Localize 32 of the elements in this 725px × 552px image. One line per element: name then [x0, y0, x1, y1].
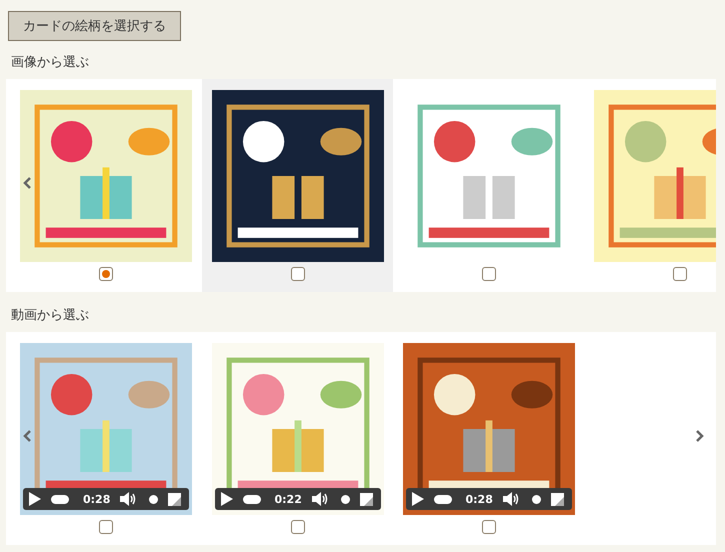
chevron-right-icon[interactable] — [696, 430, 704, 442]
volume-icon[interactable] — [120, 492, 136, 506]
volume-icon[interactable] — [502, 492, 519, 506]
slider-thumb[interactable] — [242, 494, 260, 504]
radio-checkbox[interactable] — [482, 520, 496, 534]
fullscreen-icon[interactable] — [168, 492, 182, 506]
radio-checkbox[interactable] — [482, 267, 496, 281]
section-heading: 動画から選ぶ — [11, 307, 90, 324]
fullscreen-icon[interactable] — [360, 492, 373, 506]
video-time: 0:28 — [83, 492, 110, 506]
video-time: 0:22 — [274, 492, 302, 506]
chevron-left-icon[interactable] — [23, 430, 31, 442]
fullscreen-icon[interactable] — [550, 492, 564, 506]
card-option[interactable] — [202, 79, 393, 292]
play-icon[interactable] — [220, 492, 232, 506]
chevron-left-icon[interactable] — [23, 177, 31, 189]
section-heading: 画像から選ぶ — [11, 54, 90, 71]
slider-thumb[interactable] — [532, 494, 541, 504]
radio-checkbox[interactable] — [672, 267, 686, 281]
radio-checkbox[interactable] — [290, 520, 304, 534]
radio-checkbox[interactable] — [99, 520, 113, 534]
radio-checkbox[interactable] — [99, 267, 113, 281]
radio-checkbox[interactable] — [290, 267, 304, 281]
video-time: 0:28 — [466, 492, 493, 506]
select-design-button[interactable]: カードの絵柄を選択する — [8, 11, 181, 41]
slider-thumb[interactable] — [340, 494, 350, 504]
slider-thumb[interactable] — [434, 494, 452, 504]
slider-thumb[interactable] — [149, 494, 158, 504]
volume-icon[interactable] — [312, 492, 328, 506]
play-icon[interactable] — [412, 492, 424, 506]
slider-thumb[interactable] — [51, 494, 69, 504]
play-icon[interactable] — [29, 492, 41, 506]
